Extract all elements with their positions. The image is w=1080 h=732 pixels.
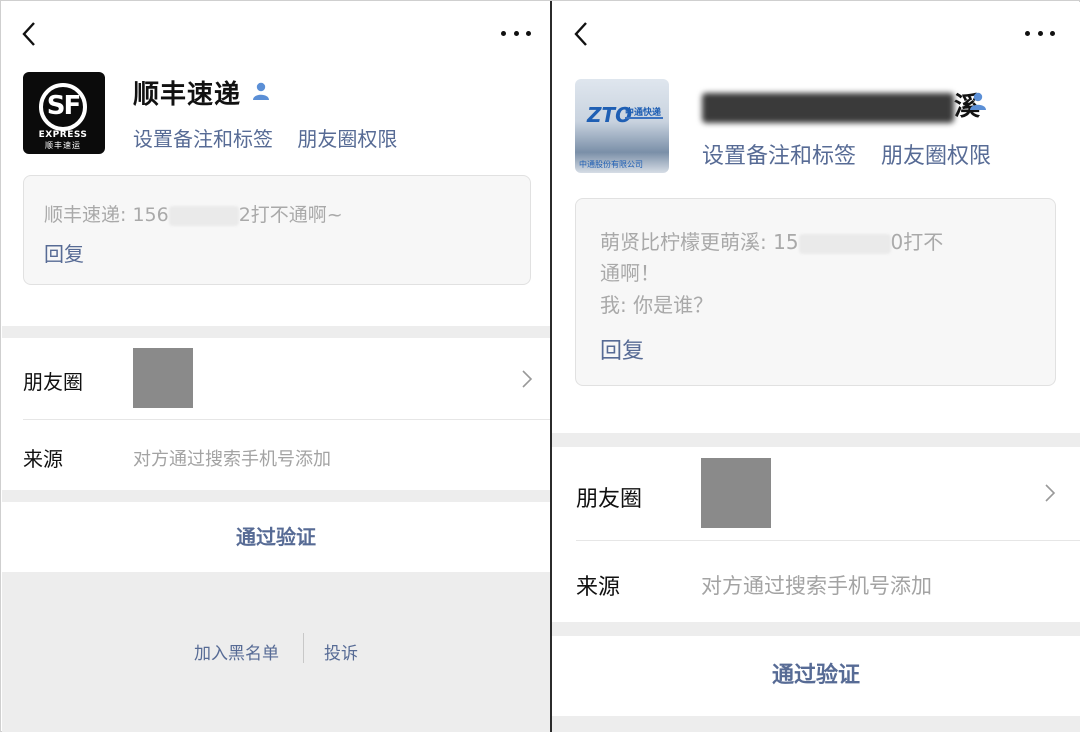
chevron-right-icon[interactable]	[1044, 483, 1056, 503]
verification-message-box: 萌贤比柠檬更萌溪: 15 0打不 通啊！ 我: 你是谁？ 回复	[575, 198, 1056, 386]
message-prefix: 顺丰速递: 156	[44, 204, 169, 226]
message-suffix: 0打不	[890, 230, 944, 254]
screenshot-composite: SF EXPRESS 顺丰速运 顺丰速递 设置备注和标签 朋友圈权限 顺丰速递:…	[0, 0, 1080, 732]
moments-thumbnail[interactable]	[133, 348, 193, 408]
source-value: 对方通过搜索手机号添加	[701, 574, 932, 598]
contact-links: 设置备注和标签 朋友圈权限	[702, 138, 1009, 170]
more-dots-icon[interactable]	[501, 28, 531, 38]
report-button[interactable]: 投诉	[324, 639, 358, 664]
verification-message: 顺丰速递: 156 2打不通啊~	[44, 200, 343, 227]
zto-underline	[625, 117, 663, 119]
blacklist-button[interactable]: 加入黑名单	[194, 639, 279, 664]
source-label: 来源	[576, 575, 621, 600]
verify-button[interactable]: 通过验证	[552, 636, 1080, 716]
verification-message-line1: 萌贤比柠檬更萌溪: 15 0打不	[600, 226, 943, 255]
section-gap	[2, 490, 550, 502]
moments-thumbnail[interactable]	[701, 458, 771, 528]
chevron-right-icon[interactable]	[521, 369, 533, 389]
section-gap	[2, 326, 550, 338]
source-value: 对方通过搜索手机号添加	[133, 449, 331, 470]
contact-name: 顺丰速递	[133, 80, 242, 110]
row-divider	[23, 419, 550, 420]
section-gap	[552, 716, 1080, 732]
section-gap	[552, 433, 1080, 447]
moments-label: 朋友圈	[23, 370, 83, 394]
moments-permission-link[interactable]: 朋友圈权限	[297, 127, 397, 151]
contact-links: 设置备注和标签 朋友圈权限	[133, 123, 415, 152]
redacted-area	[168, 205, 239, 226]
set-remark-link[interactable]: 设置备注和标签	[133, 127, 273, 151]
contact-name: 溪	[702, 86, 981, 123]
row-divider	[576, 540, 1080, 541]
moments-label: 朋友圈	[576, 487, 643, 512]
back-arrow-icon[interactable]	[572, 20, 590, 48]
brand-en-text: EXPRESS	[38, 130, 88, 140]
sf-logo-text: SF	[46, 91, 82, 121]
reply-link[interactable]: 回复	[600, 333, 644, 365]
left-contact-panel: SF EXPRESS 顺丰速运 顺丰速递 设置备注和标签 朋友圈权限 顺丰速递:…	[2, 2, 550, 732]
set-remark-link[interactable]: 设置备注和标签	[702, 144, 856, 169]
source-label: 来源	[23, 447, 63, 471]
person-icon	[968, 91, 988, 111]
brand-cn-text: 顺丰速运	[45, 141, 81, 150]
person-icon	[251, 81, 271, 101]
verify-button[interactable]: 通过验证	[2, 502, 550, 572]
bottom-actions-area: 加入黑名单 投诉	[2, 572, 550, 732]
zto-bottom-text: 中通股份有限公司	[579, 160, 643, 169]
action-divider	[303, 633, 304, 663]
verification-message-box: 顺丰速递: 156 2打不通啊~ 回复	[23, 175, 531, 285]
reply-link[interactable]: 回复	[44, 238, 84, 267]
section-gap	[552, 622, 1080, 636]
my-reply-line: 我: 你是谁？	[600, 293, 714, 317]
redacted-area	[798, 233, 891, 254]
right-contact-panel: ZTO 中通快递 中通股份有限公司 溪 设置备注和标签 朋友圈权限 萌贤比柠檬更…	[552, 2, 1080, 732]
avatar[interactable]: ZTO 中通快递 中通股份有限公司	[575, 79, 669, 173]
verification-message-line2: 通啊！	[600, 261, 660, 285]
more-dots-icon[interactable]	[1025, 28, 1055, 38]
message-prefix: 萌贤比柠檬更萌溪: 15	[600, 230, 799, 254]
redacted-name	[702, 92, 954, 123]
back-arrow-icon[interactable]	[20, 20, 38, 48]
moments-permission-link[interactable]: 朋友圈权限	[881, 144, 991, 169]
message-suffix: 2打不通啊~	[238, 204, 343, 226]
avatar[interactable]: SF EXPRESS 顺丰速运	[23, 72, 105, 154]
